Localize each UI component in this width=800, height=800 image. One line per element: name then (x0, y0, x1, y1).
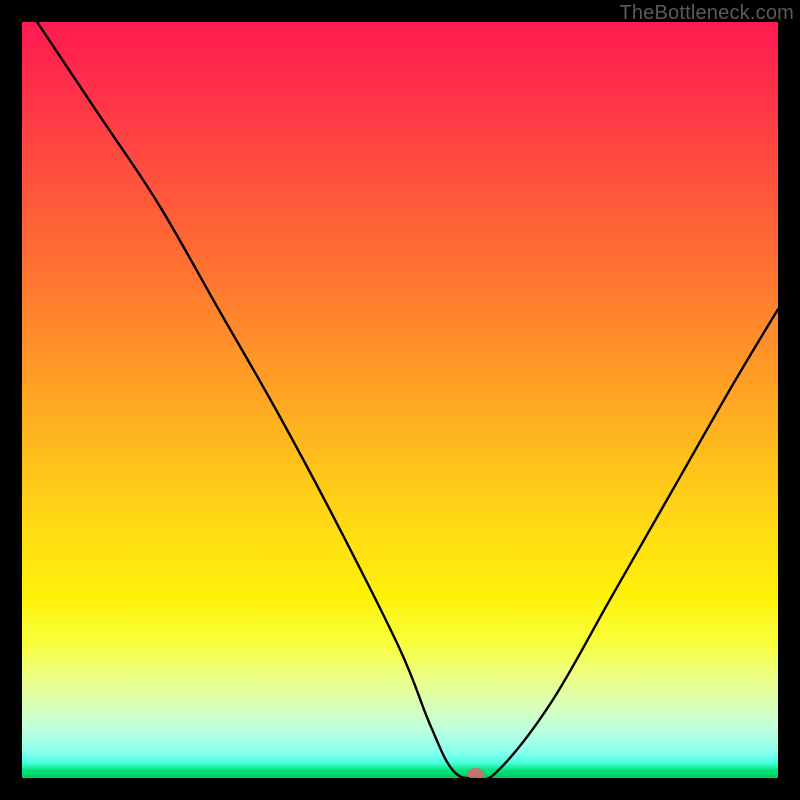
bottleneck-curve (22, 22, 778, 778)
optimal-point-marker (468, 768, 484, 778)
chart-frame (22, 22, 778, 778)
watermark-text: TheBottleneck.com (619, 2, 794, 25)
plot-area (22, 22, 778, 778)
